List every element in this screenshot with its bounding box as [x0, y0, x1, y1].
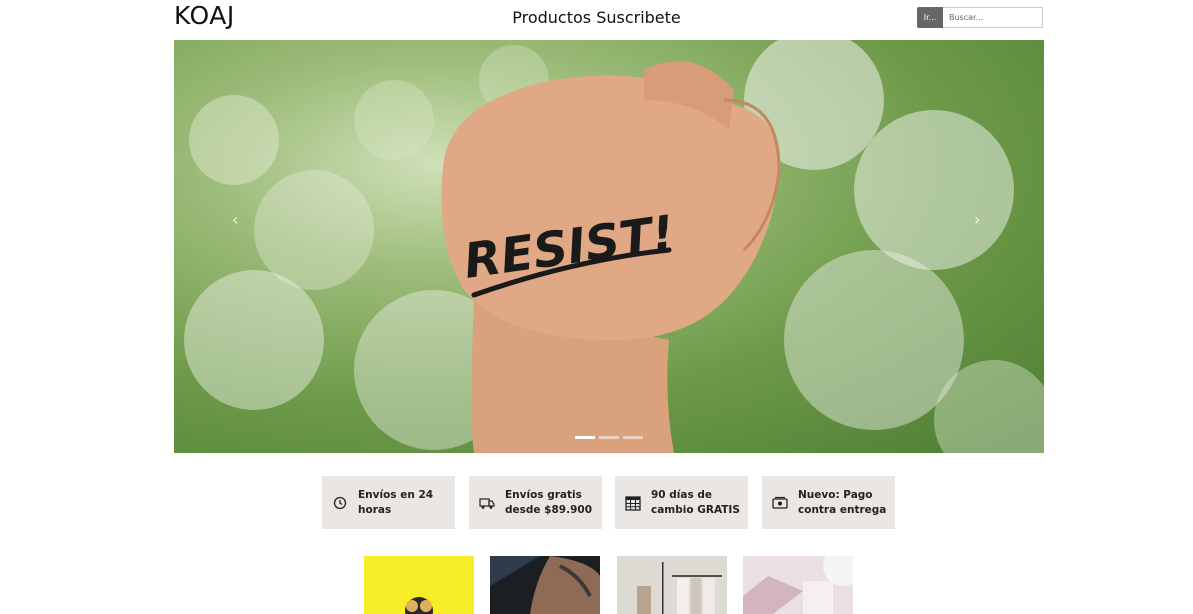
feature-free-shipping: Envíos gratis desde $89.900 — [469, 476, 602, 529]
category-image — [743, 556, 853, 614]
feature-line: horas — [358, 504, 392, 516]
category-thumbnail[interactable] — [743, 556, 853, 614]
category-image — [637, 562, 722, 614]
carousel-indicator[interactable] — [575, 436, 595, 439]
search-button[interactable]: Ir... — [917, 7, 943, 28]
category-thumbnails — [0, 556, 1193, 614]
nav-suscribete[interactable]: Suscribete — [596, 8, 681, 27]
chevron-right-icon: › — [974, 210, 981, 229]
feature-cash-on-delivery: Nuevo: Pago contra entrega — [762, 476, 895, 529]
carousel-prev-button[interactable]: ‹ — [232, 210, 238, 229]
feature-line: Envíos gratis — [505, 489, 582, 501]
clock-icon — [333, 496, 347, 510]
category-thumbnail[interactable] — [490, 556, 600, 614]
feature-free-exchange: 90 días de cambio GRATIS — [615, 476, 748, 529]
feature-line: contra entrega — [798, 504, 887, 516]
nav-productos[interactable]: Productos — [512, 8, 591, 27]
feature-line: cambio GRATIS — [651, 504, 740, 516]
truck-icon — [479, 498, 495, 509]
carousel-indicator[interactable] — [623, 436, 643, 439]
hero-carousel: RESIST! ‹ › — [174, 40, 1044, 453]
feature-line: Envíos en 24 — [358, 489, 434, 501]
category-image — [405, 597, 433, 614]
chevron-left-icon: ‹ — [232, 210, 239, 229]
feature-line: Nuevo: Pago — [798, 489, 873, 501]
category-thumbnail[interactable] — [617, 556, 727, 614]
category-thumbnail[interactable] — [364, 556, 474, 614]
feature-shipping-24h: Envíos en 24 horas — [322, 476, 455, 529]
site-header: KOAJ Productos Suscribete Ir... — [0, 0, 1193, 40]
search-input[interactable] — [943, 7, 1043, 28]
search-form: Ir... — [917, 7, 1043, 28]
category-image — [490, 556, 600, 614]
carousel-indicator[interactable] — [599, 436, 619, 439]
carousel-indicators — [575, 436, 645, 440]
feature-line: 90 días de — [651, 489, 713, 501]
feature-line: desde $89.900 — [505, 504, 593, 516]
features-bar: Envíos en 24 horas Envíos gratis desde $… — [0, 476, 1193, 529]
hero-image: RESIST! — [184, 40, 1044, 453]
calendar-icon — [625, 496, 641, 511]
carousel-next-button[interactable]: › — [974, 210, 980, 229]
cash-icon — [772, 496, 788, 509]
